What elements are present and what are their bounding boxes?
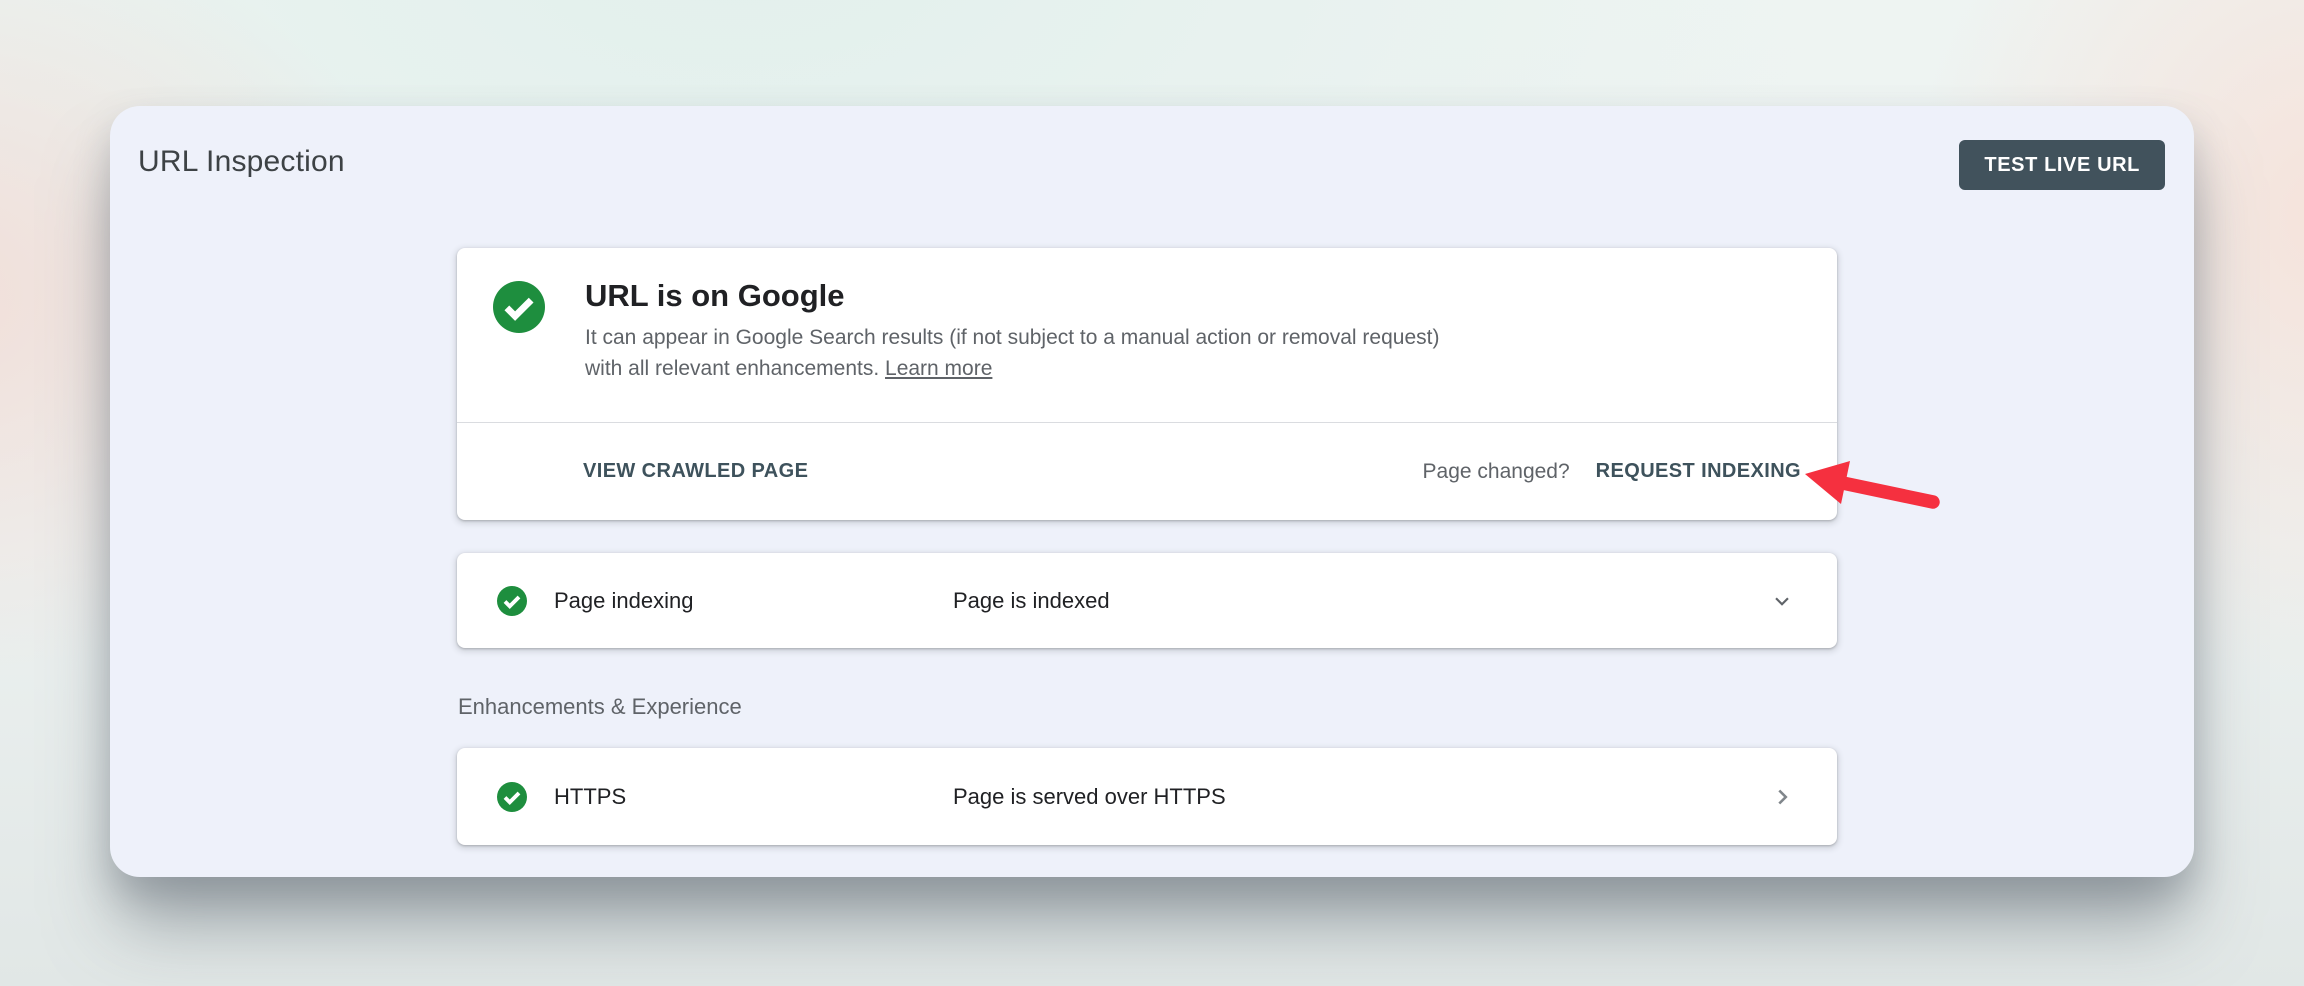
url-inspection-panel: URL Inspection TEST LIVE URL URL is on G… xyxy=(110,106,2194,877)
https-status: Page is served over HTTPS xyxy=(953,784,1226,810)
check-circle-icon xyxy=(493,281,545,333)
verdict-description: It can appear in Google Search results (… xyxy=(585,322,1443,384)
check-circle-icon xyxy=(497,782,527,812)
verdict-card-body: URL is on Google It can appear in Google… xyxy=(457,248,1837,422)
test-live-url-button[interactable]: TEST LIVE URL xyxy=(1959,140,2165,190)
page-indexing-label: Page indexing xyxy=(554,588,693,614)
https-row[interactable]: HTTPS Page is served over HTTPS xyxy=(457,748,1837,845)
page-title: URL Inspection xyxy=(138,144,345,180)
verdict-card-footer: VIEW CRAWLED PAGE Page changed? REQUEST … xyxy=(457,422,1837,520)
url-inspection-screen: URL Inspection TEST LIVE URL URL is on G… xyxy=(0,0,2304,986)
https-label: HTTPS xyxy=(554,784,626,810)
learn-more-link[interactable]: Learn more xyxy=(885,357,992,380)
verdict-card: URL is on Google It can appear in Google… xyxy=(457,248,1837,520)
verdict-title: URL is on Google xyxy=(585,276,845,316)
page-indexing-row[interactable]: Page indexing Page is indexed xyxy=(457,553,1837,648)
view-crawled-page-link[interactable]: VIEW CRAWLED PAGE xyxy=(583,460,808,483)
request-indexing-link[interactable]: REQUEST INDEXING xyxy=(1596,460,1801,483)
enhancements-section-heading: Enhancements & Experience xyxy=(458,694,742,720)
chevron-right-icon[interactable] xyxy=(1769,784,1795,810)
page-indexing-status: Page is indexed xyxy=(953,588,1110,614)
page-changed-label: Page changed? xyxy=(1423,460,1570,484)
check-circle-icon xyxy=(497,586,527,616)
verdict-description-text: It can appear in Google Search results (… xyxy=(585,326,1439,380)
chevron-down-icon[interactable] xyxy=(1769,588,1795,614)
